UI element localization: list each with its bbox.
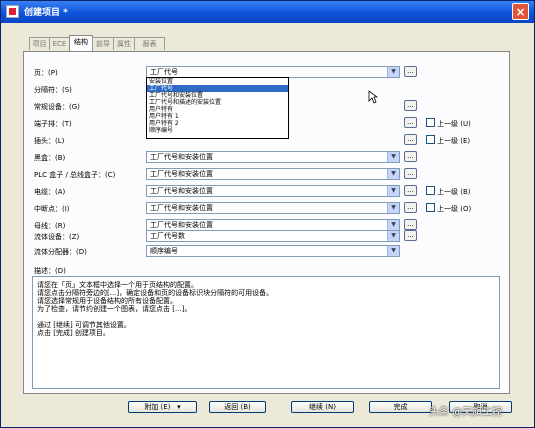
row-label: 端子排：(T) [34,120,72,128]
tab-prefix[interactable]: 前导 [92,37,114,50]
row-label: 流体分配器：(D) [34,248,87,256]
parent-level-label: 上一级 (U) [437,120,471,128]
tab-reports[interactable]: 报表 [134,37,165,50]
dropdown-option[interactable]: 用户特有 1 [147,113,288,120]
parent-level-label: 上一级 (O) [437,205,472,213]
description-label: 描述：(D) [34,267,66,275]
structure-select-value: 工厂代号数 [150,232,185,240]
browse-button[interactable]: ... [404,185,417,196]
title-bar[interactable]: 创建项目 * × [1,1,534,23]
extra-button[interactable]: 附加 (E) ▾ [128,401,197,413]
dropdown-option[interactable]: 工厂代号和描述的安装位置 [147,99,288,106]
dropdown-option[interactable]: 工厂代号和安装位置 [147,92,288,99]
close-button[interactable]: × [512,3,529,20]
structure-select-value: 工厂代号和安装位置 [150,204,213,212]
page-structure-dropdown-list[interactable]: 安装位置 工厂代号 工厂代号和安装位置 工厂代号和描述的安装位置 用户特有 用户特有 1用… [146,77,289,139]
browse-button[interactable]: ... [404,230,417,241]
create-project-dialog: 创建项目 * × 项目 ECE 结构 前导 属性 报表 页：(P) 工厂代号 ▼..… [0,0,535,428]
row-label: 页：(P) [34,69,58,77]
structure-select-value: 工厂代号和安装位置 [150,187,213,195]
browse-button[interactable]: ... [404,134,417,145]
structure-select[interactable]: 顺序编号 ▼ [146,245,400,257]
chevron-down-icon[interactable]: ▼ [387,169,399,179]
browse-button[interactable]: ... [404,117,417,128]
chevron-down-icon[interactable]: ▼ [387,246,399,256]
chevron-down-icon[interactable]: ▼ [387,186,399,196]
description-line: 请您在「页」文本框中选择一个用于页结构的配置。 [37,281,198,289]
structure-select[interactable]: 工厂代号数 ▼ [146,230,400,242]
browse-button[interactable]: ... [404,151,417,162]
row-label: 电缆：(A) [34,188,66,196]
chevron-down-icon[interactable]: ▼ [387,220,399,230]
tab-structure[interactable]: 结构 [69,35,93,51]
row-label: 插头：(L) [34,137,65,145]
row-label: 常规设备：(G) [34,103,80,111]
browse-button[interactable]: ... [404,66,417,77]
description-line: 通过 [继续] 可调节其他设置。 [37,321,131,329]
parent-level-checkbox[interactable] [426,118,435,127]
tab-properties[interactable]: 属性 [113,37,135,50]
parent-level-checkbox[interactable] [426,135,435,144]
browse-button[interactable]: ... [404,219,417,230]
structure-select-value: 顺序编号 [150,247,178,255]
parent-level-label: 上一级 (B) [437,188,471,196]
tab-ece[interactable]: ECE [49,37,70,50]
next-button[interactable]: 继续 (N) [291,401,354,413]
window-title: 创建项目 * [24,8,68,18]
structure-panel: 页：(P) 工厂代号 ▼... 分隔符：(S) 常规设备：(G)... 端子排：(T)..… [23,51,510,394]
back-button[interactable]: 返回 (B) [209,401,266,413]
parent-level-checkbox[interactable] [426,203,435,212]
row-label: PLC 盒子 / 总线盒子：(C) [34,171,116,179]
dropdown-option[interactable]: 工厂代号 [147,85,288,92]
dropdown-option[interactable]: 顺序编号 [147,127,288,134]
browse-button[interactable]: ... [404,202,417,213]
dropdown-option[interactable]: 用户特有 [147,106,288,113]
app-icon [6,5,19,18]
dropdown-option[interactable]: 安装位置 [147,78,288,85]
structure-select[interactable]: 工厂代号和安装位置 ▼ [146,202,400,214]
description-line: 为了检查，请节约创建一个图表，请您点击 [...]。 [37,305,192,313]
description-line: 点击 [完成] 创建项目。 [37,329,110,337]
structure-select[interactable]: 工厂代号和安装位置 ▼ [146,185,400,197]
chevron-down-icon[interactable]: ▼ [387,231,399,241]
structure-select-value: 工厂代号和安装位置 [150,221,213,229]
structure-select-value: 工厂代号 [150,68,178,76]
watermark-text: 头条 @天旗工控 [429,407,503,418]
structure-select-value: 工厂代号和安装位置 [150,153,213,161]
dropdown-arrow-icon: ▾ [172,403,181,411]
mouse-cursor-icon [368,90,378,104]
tab-project[interactable]: 项目 [29,37,50,50]
browse-button[interactable]: ... [404,168,417,179]
row-label: 母线：(R) [34,222,66,230]
row-label: 流体设备：(Z) [34,233,80,241]
parent-level-label: 上一级 (E) [437,137,471,145]
chevron-down-icon[interactable]: ▼ [387,203,399,213]
parent-level-checkbox[interactable] [426,186,435,195]
description-line: 请您点击分隔符旁边的[...]，确定设备和页的设备标识块分隔符的可用设备。 [37,289,274,297]
dropdown-option[interactable]: 用户特有 2 [147,120,288,127]
browse-button[interactable]: ... [404,100,417,111]
description-line [37,313,495,321]
description-box: 请您在「页」文本框中选择一个用于页结构的配置。 请您点击分隔符旁边的[...]，确… [32,276,500,389]
structure-select[interactable]: 工厂代号和安装位置 ▼ [146,168,400,180]
row-label: 黑盒：(B) [34,154,66,162]
row-label: 分隔符：(S) [34,86,72,94]
description-line: 请您选择常规用于设备结构的所有设备配置。 [37,297,177,305]
row-label: 中断点：(I) [34,205,70,213]
extra-button-label: 附加 (E) [144,403,171,411]
chevron-down-icon[interactable]: ▼ [387,152,399,162]
structure-select[interactable]: 工厂代号和安装位置 ▼ [146,151,400,163]
structure-select-value: 工厂代号和安装位置 [150,170,213,178]
chevron-down-icon[interactable]: ▼ [387,67,399,77]
finish-button[interactable]: 完成 [369,401,432,413]
